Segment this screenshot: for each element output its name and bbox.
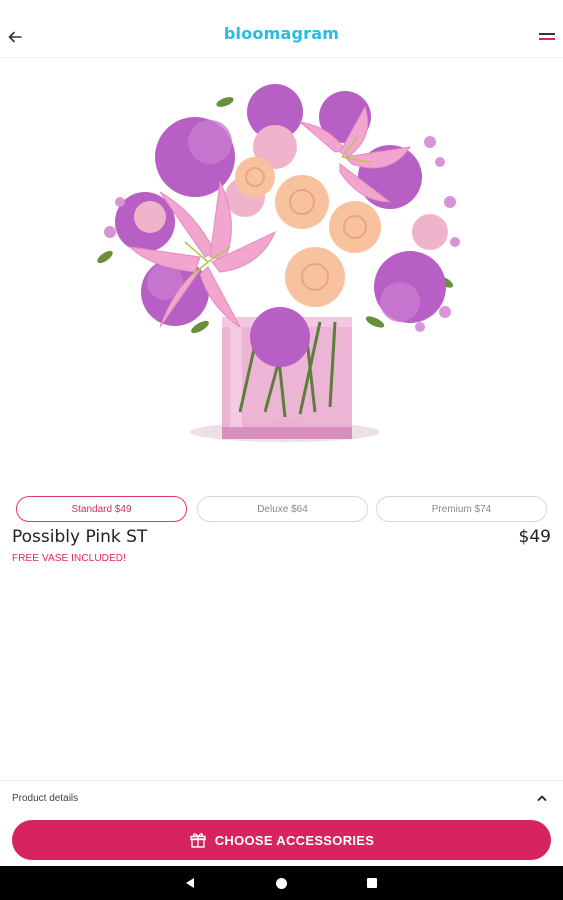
product-price: $49 <box>518 527 551 547</box>
choose-accessories-label: CHOOSE ACCESSORIES <box>214 832 375 848</box>
option-deluxe[interactable]: Deluxe $64 <box>197 496 368 522</box>
system-nav-bar <box>0 866 563 900</box>
nav-recents-icon[interactable] <box>367 878 377 888</box>
choose-accessories-button[interactable]: CHOOSE ACCESSORIES <box>12 820 551 860</box>
size-options: Standard $49 Deluxe $64 Premium $74 <box>16 496 547 522</box>
gift-box-icon <box>189 831 207 849</box>
nav-home-icon[interactable] <box>276 878 287 889</box>
app-header: bloomagram <box>0 0 563 58</box>
menu-button[interactable] <box>537 28 557 46</box>
product-image <box>90 82 475 452</box>
hamburger-menu-icon <box>539 33 555 35</box>
option-premium[interactable]: Premium $74 <box>376 496 547 522</box>
product-details-toggle[interactable]: Product details <box>0 780 563 816</box>
chevron-up-icon <box>537 795 547 801</box>
brand-logo[interactable]: bloomagram <box>0 24 563 43</box>
option-standard[interactable]: Standard $49 <box>16 496 187 522</box>
promo-text: FREE VASE INCLUDED! <box>12 553 126 564</box>
product-details-label: Product details <box>12 793 79 804</box>
nav-back-icon[interactable] <box>184 877 196 889</box>
product-name: Possibly Pink ST <box>12 527 148 547</box>
